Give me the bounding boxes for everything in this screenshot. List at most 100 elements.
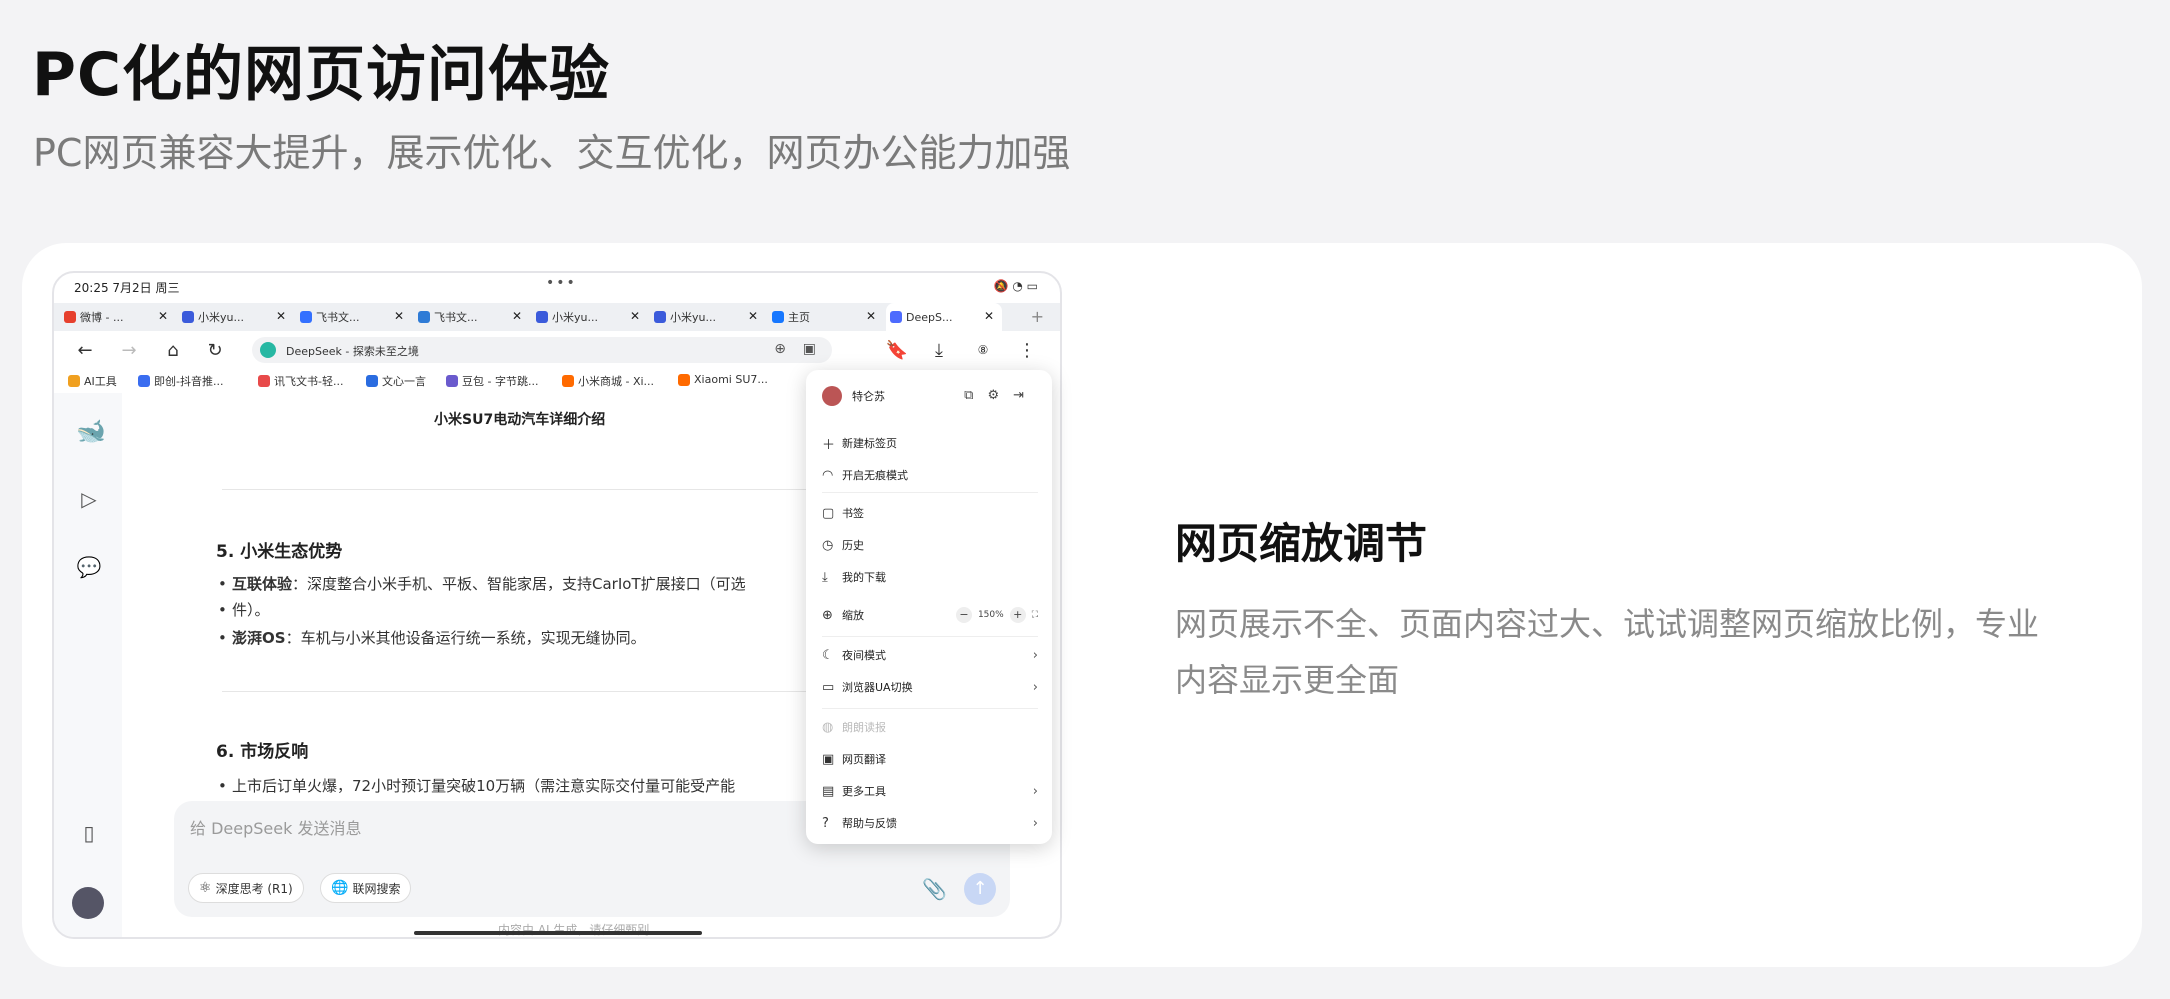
deepseek-sidebar: 🐋 ▷ 💬 ▯: [54, 393, 122, 937]
toolbox-icon: ▤: [822, 783, 835, 799]
tab-deepseek[interactable]: DeepS... ✕: [886, 303, 1002, 331]
tab-xiaomi-1[interactable]: 小米yu... ✕: [178, 303, 294, 331]
tab-label: DeepS...: [906, 310, 953, 324]
page-title: PC化的网页访问体验: [32, 40, 611, 110]
download-icon[interactable]: ⤓: [928, 339, 950, 361]
url-text[interactable]: DeepSeek - 探索未至之境: [286, 343, 419, 359]
back-arrow-icon[interactable]: ←: [74, 339, 96, 361]
zoom-icon: ⊕: [822, 607, 833, 623]
chip-label: 深度思考 (R1): [215, 881, 293, 896]
tab-xiaomi-2[interactable]: 小米yu... ✕: [532, 303, 648, 331]
tab-label: 主页: [788, 311, 810, 324]
more-vertical-icon[interactable]: ⋮: [1016, 339, 1038, 361]
menu-night-mode[interactable]: ☾ 夜间模式 ›: [822, 644, 1038, 666]
page-info-icon[interactable]: ▣: [803, 341, 816, 357]
menu-new-tab[interactable]: ＋ 新建标签页: [822, 432, 1038, 454]
deep-think-button[interactable]: ⚛ 深度思考 (R1): [188, 873, 304, 903]
translate-icon: ▣: [822, 751, 835, 767]
close-icon[interactable]: ✕: [512, 309, 522, 323]
zoom-out-button[interactable]: −: [955, 607, 972, 623]
item-text: 上市后订单火爆，72小时预订量突破10万辆（需注意实际交付量可能受产能: [232, 777, 736, 795]
site-icon: [138, 375, 150, 387]
close-icon[interactable]: ✕: [276, 309, 286, 323]
tab-label: 微博 - ...: [80, 311, 124, 324]
chat-input-placeholder[interactable]: 给 DeepSeek 发送消息: [190, 815, 361, 839]
tab-count-icon[interactable]: ⑧: [972, 339, 994, 361]
menu-downloads[interactable]: ⤓ 我的下载: [822, 566, 1038, 588]
multitask-dots[interactable]: •••: [546, 275, 577, 291]
menu-translate[interactable]: ▣ 网页翻译: [822, 748, 1038, 770]
bookmark-label: Xiaomi SU7...: [694, 373, 768, 386]
browser-toolbar: ← → ⌂ ↻ DeepSeek - 探索未至之境 ⊕ ▣ 🔖 ⤓ ⑧ ⋮: [54, 331, 1060, 369]
feature-title: 网页缩放调节: [1175, 519, 1428, 568]
zoom-icon[interactable]: ⊕: [774, 341, 786, 357]
new-tab-plus-icon[interactable]: +: [1031, 307, 1044, 326]
user-name: 特仑苏: [852, 390, 885, 403]
phone-icon[interactable]: ▯: [76, 821, 102, 847]
zoom-in-button[interactable]: +: [1009, 607, 1026, 623]
send-button[interactable]: ↑: [964, 873, 996, 905]
menu-user-icons[interactable]: ⧉⚙⇥: [964, 388, 1038, 403]
tab-home[interactable]: 主页 ✕: [768, 303, 884, 331]
bookmark-label: AI工具: [84, 375, 117, 388]
new-chat-icon[interactable]: 💬: [76, 555, 102, 581]
close-icon[interactable]: ✕: [748, 309, 758, 323]
close-icon[interactable]: ✕: [630, 309, 640, 323]
fullscreen-icon[interactable]: ⛶: [1032, 610, 1038, 620]
chevron-right-icon: ›: [1032, 679, 1038, 695]
menu-incognito[interactable]: ◠ 开启无痕模式: [822, 464, 1038, 486]
tab-weibo[interactable]: 微博 - ... ✕: [60, 303, 176, 331]
bookmark-wenxin[interactable]: 文心一言: [366, 373, 426, 389]
tab-label: 飞书文...: [316, 311, 360, 324]
voice-icon: ◍: [822, 719, 834, 735]
bookmark-jichuang[interactable]: 即创-抖音推...: [138, 373, 223, 389]
chevron-right-icon: ›: [1032, 647, 1038, 663]
tab-feishu-1[interactable]: 飞书文... ✕: [296, 303, 412, 331]
deepseek-whale-icon[interactable]: 🐋: [76, 417, 106, 445]
menu-more-tools[interactable]: ▤ 更多工具 ›: [822, 780, 1038, 802]
feature-description: 网页展示不全、页面内容过大、试试调整网页缩放比例，专业内容显示更全面: [1175, 605, 2040, 699]
menu-ua-switch[interactable]: ▭ 浏览器UA切换 ›: [822, 676, 1038, 698]
menu-divider: [822, 636, 1038, 637]
expand-sidebar-icon[interactable]: ▷: [76, 487, 102, 513]
tab-feishu-2[interactable]: 飞书文... ✕: [414, 303, 530, 331]
tab-xiaomi-3[interactable]: 小米yu... ✕: [650, 303, 766, 331]
help-icon: ?: [822, 815, 829, 831]
home-icon[interactable]: ⌂: [162, 339, 184, 361]
bookmark-xunfei[interactable]: 讯飞文书-轻...: [258, 373, 343, 389]
close-icon[interactable]: ✕: [984, 309, 994, 323]
bookmark-icon[interactable]: 🔖: [886, 339, 908, 361]
refresh-icon[interactable]: ↻: [204, 339, 226, 361]
web-search-button[interactable]: 🌐 联网搜索: [320, 873, 412, 903]
status-bar: 20:25 7月2日 周三 ••• 🔕 ◔ ▭: [54, 273, 1060, 301]
url-bar[interactable]: DeepSeek - 探索未至之境 ⊕ ▣: [252, 337, 832, 363]
bookmark-doubao[interactable]: 豆包 - 字节跳...: [446, 373, 538, 389]
forward-arrow-icon[interactable]: →: [118, 339, 140, 361]
menu-label: 书签: [842, 507, 864, 520]
menu-help[interactable]: ? 帮助与反馈 ›: [822, 812, 1038, 834]
home-page-icon: [772, 311, 784, 323]
home-indicator[interactable]: [414, 931, 702, 935]
close-icon[interactable]: ✕: [394, 309, 404, 323]
bookmark-su7[interactable]: Xiaomi SU7...: [678, 373, 768, 386]
tab-strip: 微博 - ... ✕ 小米yu... ✕ 飞书文... ✕ 飞书文... ✕ 小…: [54, 303, 1060, 331]
document-title: 小米SU7电动汽车详细介绍: [434, 412, 606, 428]
bookmark-mi-store[interactable]: 小米商城 - Xi...: [562, 373, 654, 389]
menu-bookmarks[interactable]: ▢ 书签: [822, 502, 1038, 524]
incognito-icon: ◠: [822, 467, 834, 483]
menu-zoom: ⊕ 缩放 −150% + ⛶: [822, 604, 1038, 626]
menu-user[interactable]: 特仑苏: [822, 386, 885, 406]
tab-label: 小米yu...: [198, 311, 244, 324]
avatar[interactable]: [72, 887, 104, 919]
close-icon[interactable]: ✕: [158, 309, 168, 323]
paperclip-icon[interactable]: 📎: [922, 877, 947, 901]
bookmark-icon: ▢: [822, 505, 835, 521]
section-heading: 6. 市场反响: [216, 742, 309, 762]
menu-history[interactable]: ◷ 历史: [822, 534, 1038, 556]
close-icon[interactable]: ✕: [866, 309, 876, 323]
bookmark-label: 即创-抖音推...: [154, 375, 224, 388]
bookmark-label: 文心一言: [382, 375, 426, 388]
menu-label: 浏览器UA切换: [842, 681, 913, 694]
menu-label: 我的下载: [842, 571, 886, 584]
bookmark-ai-tools[interactable]: AI工具: [68, 373, 117, 389]
